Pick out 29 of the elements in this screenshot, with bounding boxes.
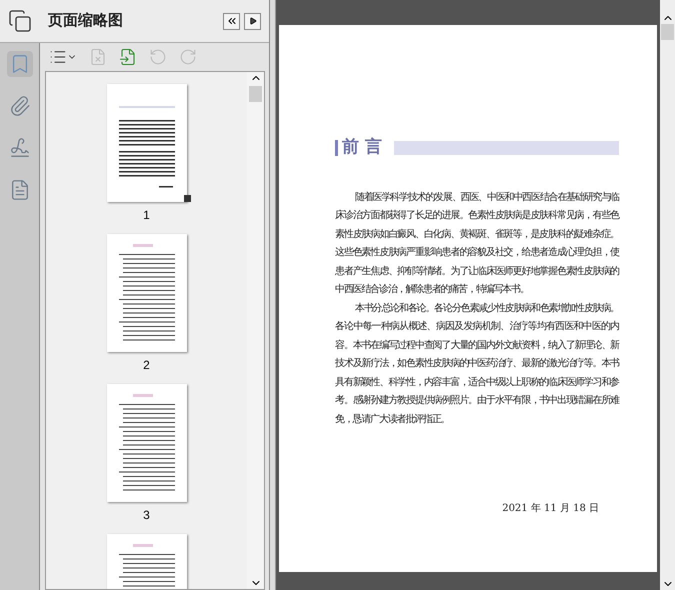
page-thumbnail[interactable] <box>106 84 186 202</box>
insert-page-icon <box>119 48 137 66</box>
date: 2021 年 11 月 18 日 <box>502 502 599 516</box>
paragraph: 本书分总论和各论。各论分色素减少性皮肤病和色素增加性皮肤病。各论中每一种病从概述、病因及发病机制、治疗等均有西医和中医的内容。本书在编写过程中查阅了大量的国内外文献资料，纳入了新理论、新技术及新疗法，如色素性皮肤病的中医药治疗、最新的激光治疗等。本书具有新颖性、科学性，内容丰富，适合中级以上职称的临床医师学习和参考。感谢孙建方教授提供病例照片。由于水平有限，书中出现错漏在所难免，恳请广大读者批评指正。 <box>335 302 619 426</box>
panel-title: 页面缩略图 <box>48 10 124 31</box>
page-number: 1 <box>143 207 150 224</box>
list-options-icon <box>49 48 67 66</box>
heading: 前 言 <box>342 136 382 159</box>
paperclip-icon <box>8 95 30 117</box>
paragraph: 随着医学科学技术的发展、西医、中医和中西医结合在基础研究与临床诊治方面都获得了长足的进展。色素性皮肤病是皮肤科常见病，有些色素性皮肤病如白癜风、白化病、黄褐斑、雀斑等，是皮肤科的疑难杂症。这些色素性皮肤病严重影响患者的容貌及社交，给患者造成心理负担，使患者产生焦虑、抑郁等情绪。为了让临床医师更好地掌握色素性皮肤病的中西医结合诊治，解除患者的痛苦，特编写本书。 <box>335 190 619 297</box>
scrollbar[interactable] <box>247 72 264 589</box>
document-scrollbar[interactable] <box>660 0 675 590</box>
page-thumbnail[interactable] <box>106 234 186 352</box>
expand-button[interactable] <box>244 12 261 30</box>
page-thumbnail[interactable] <box>106 384 186 502</box>
page-number: 2 <box>143 357 150 374</box>
collapse-button[interactable] <box>223 12 240 30</box>
heading-bar <box>335 140 338 156</box>
signature-icon <box>8 137 30 159</box>
rotate-right-icon <box>179 48 197 66</box>
scroll-thumb[interactable] <box>249 86 262 102</box>
rotate-left-icon <box>149 48 167 66</box>
right-triangle-icon <box>248 17 256 25</box>
page-number: 3 <box>143 507 150 524</box>
scroll-thumb[interactable] <box>661 24 674 40</box>
pages-icon <box>8 9 32 33</box>
double-left-icon <box>226 15 238 27</box>
toolbar-button[interactable] <box>49 48 77 66</box>
delete-page-icon <box>89 48 107 66</box>
